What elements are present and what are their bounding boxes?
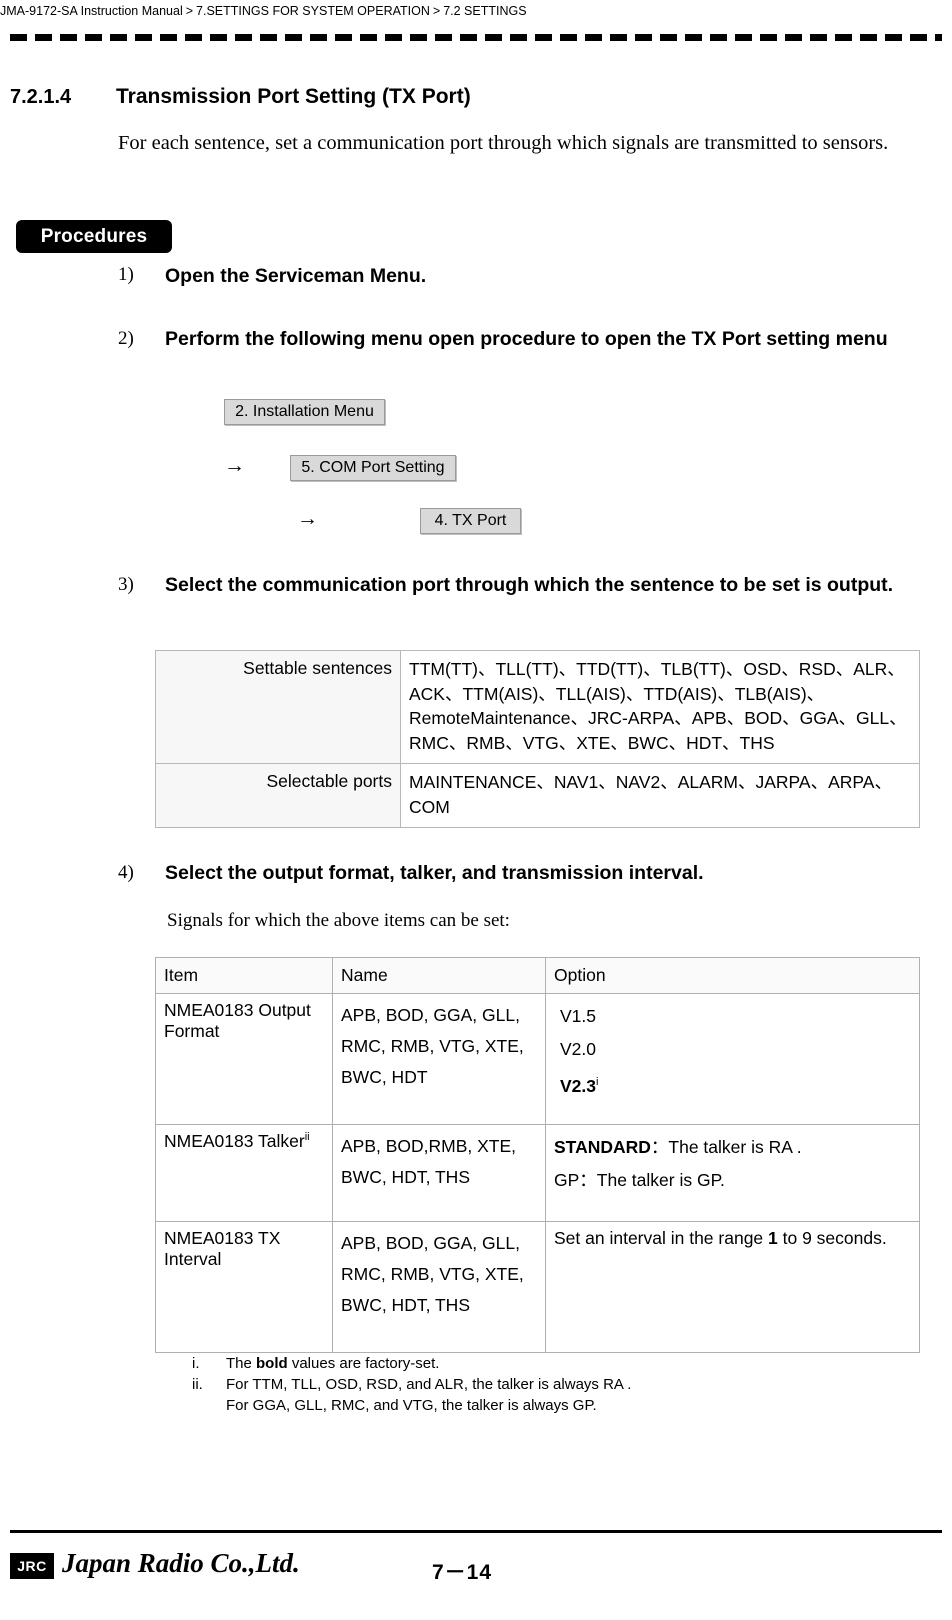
cell-item-tx-interval: NMEA0183 TX Interval: [155, 1221, 333, 1353]
option-interval-post: to 9 seconds.: [777, 1228, 887, 1248]
menu-arrow-2: →: [297, 507, 318, 530]
footnote-ref-i: i: [596, 1076, 599, 1088]
cell-item-talker-label: NMEA0183 Talker: [164, 1131, 305, 1151]
jrc-logo: JRC: [10, 1553, 54, 1579]
step-text-3: Select the communication port through wh…: [165, 574, 894, 596]
selectable-ports-value: MAINTENANCE、NAV1、NAV2、ALARM、JARPA、ARPA、C…: [400, 763, 920, 828]
step-text-4: Select the output format, talker, and tr…: [165, 862, 704, 884]
table-header-row: Item Name Option: [155, 957, 920, 994]
footer-rule: [10, 1530, 942, 1533]
column-header-option: Option: [545, 957, 920, 994]
breadcrumb-separator-2: >: [432, 4, 441, 18]
settable-sentences-value: TTM(TT)、TLL(TT)、TTD(TT)、TLB(TT)、OSD、RSD、…: [400, 650, 920, 764]
table-row: NMEA0183 Output Format APB, BOD, GGA, GL…: [155, 993, 920, 1125]
section-number: 7.2.1.4: [10, 86, 72, 108]
company-name: Japan Radio Co.,Ltd.: [62, 1548, 300, 1578]
manual-title: JMA-9172-SA Instruction Manual: [0, 4, 183, 18]
option-standard-text: ：The talker is RA .: [650, 1137, 802, 1157]
settable-sentences-table: Settable sentences TTM(TT)、TLL(TT)、TTD(T…: [155, 650, 920, 828]
selectable-ports-label: Selectable ports: [155, 763, 401, 828]
option-interval-default: 1: [768, 1228, 778, 1248]
cell-item-talker: NMEA0183 Talkerii: [155, 1124, 333, 1222]
column-header-item: Item: [155, 957, 333, 994]
cell-name-talker: APB, BOD,RMB, XTE, BWC, HDT, THS: [332, 1124, 546, 1222]
menu-arrow-1: →: [224, 454, 245, 477]
table-row: NMEA0183 TX Interval APB, BOD, GGA, GLL,…: [155, 1221, 920, 1353]
step-number-1: 1): [118, 264, 134, 285]
footnote-ref-ii: ii: [304, 1131, 310, 1144]
footnotes: i. The bold values are factory-set. ii. …: [192, 1353, 631, 1416]
footnote-ii-text: For TTM, TLL, OSD, RSD, and ALR, the tal…: [226, 1374, 631, 1416]
cell-option-tx-interval: Set an interval in the range 1 to 9 seco…: [545, 1221, 920, 1353]
cell-option-talker: STANDARD：The talker is RA . GP：The talke…: [545, 1124, 920, 1222]
breadcrumb-section: 7.2 SETTINGS: [443, 4, 527, 18]
procedures-badge: Procedures: [16, 220, 172, 253]
option-v20: V2.0: [560, 1039, 596, 1059]
option-v15: V1.5: [560, 1006, 596, 1026]
signals-note: Signals for which the above items can be…: [167, 910, 510, 931]
settings-table: Item Name Option NMEA0183 Output Format …: [155, 957, 920, 1353]
cell-name-tx-interval: APB, BOD, GGA, GLL, RMC, RMB, VTG, XTE, …: [332, 1221, 546, 1353]
menu-box-tx-port[interactable]: 4. TX Port: [420, 508, 521, 534]
section-intro: For each sentence, set a communication p…: [118, 132, 889, 154]
breadcrumb-separator-1: >: [185, 4, 194, 18]
step-number-3: 3): [118, 574, 134, 595]
footnote-i-post: values are factory-set.: [287, 1355, 440, 1372]
option-v23-label: V2.3: [560, 1075, 596, 1096]
step-text-1: Open the Serviceman Menu.: [165, 265, 427, 287]
option-v23: V2.3i: [554, 1066, 911, 1103]
footnote-i-pre: The: [226, 1355, 257, 1372]
table-row: Selectable ports MAINTENANCE、NAV1、NAV2、A…: [155, 763, 920, 828]
header-dashed-rule: [10, 34, 942, 41]
step-number-4: 4): [118, 862, 134, 883]
column-header-name: Name: [332, 957, 546, 994]
cell-name-output-format: APB, BOD, GGA, GLL, RMC, RMB, VTG, XTE, …: [332, 993, 546, 1125]
option-interval-pre: Set an interval in the range: [554, 1228, 769, 1248]
footnote-ii-line1: For TTM, TLL, OSD, RSD, and ALR, the tal…: [226, 1376, 632, 1393]
step-text-2: Perform the following menu open procedur…: [165, 328, 888, 350]
settable-sentences-label: Settable sentences: [155, 650, 401, 764]
menu-box-installation-menu[interactable]: 2. Installation Menu: [224, 399, 385, 425]
breadcrumb: JMA-9172-SA Instruction Manual >7.SETTING…: [0, 0, 952, 22]
footnote-i-mark: i.: [192, 1355, 200, 1372]
footnote-i-text: The bold values are factory-set.: [226, 1353, 439, 1374]
step-number-2: 2): [118, 328, 134, 349]
footnote-ii: ii. For TTM, TLL, OSD, RSD, and ALR, the…: [192, 1374, 631, 1416]
option-gp: GP：The talker is GP.: [554, 1170, 725, 1190]
cell-option-output-format: V1.5 V2.0 V2.3i: [545, 993, 920, 1125]
page-number: 7－14: [432, 1561, 493, 1584]
document-page: JMA-9172-SA Instruction Manual >7.SETTING…: [0, 0, 952, 1620]
option-standard: STANDARD：The talker is RA .: [554, 1131, 911, 1164]
page-title: Transmission Port Setting (TX Port): [116, 85, 471, 108]
footnote-ii-mark: ii.: [192, 1376, 203, 1393]
footnote-i-bold: bold: [256, 1355, 288, 1372]
cell-item-output-format: NMEA0183 Output Format: [155, 993, 333, 1125]
footnote-ii-line2: For GGA, GLL, RMC, and VTG, the talker i…: [226, 1397, 597, 1414]
footnote-i: i. The bold values are factory-set.: [192, 1353, 631, 1374]
table-row: Settable sentences TTM(TT)、TLL(TT)、TTD(T…: [155, 650, 920, 764]
menu-box-com-port-setting[interactable]: 5. COM Port Setting: [290, 455, 456, 481]
breadcrumb-chapter: 7.SETTINGS FOR SYSTEM OPERATION: [196, 4, 430, 18]
table-row: NMEA0183 Talkerii APB, BOD,RMB, XTE, BWC…: [155, 1124, 920, 1222]
option-standard-bold: STANDARD: [554, 1137, 651, 1157]
